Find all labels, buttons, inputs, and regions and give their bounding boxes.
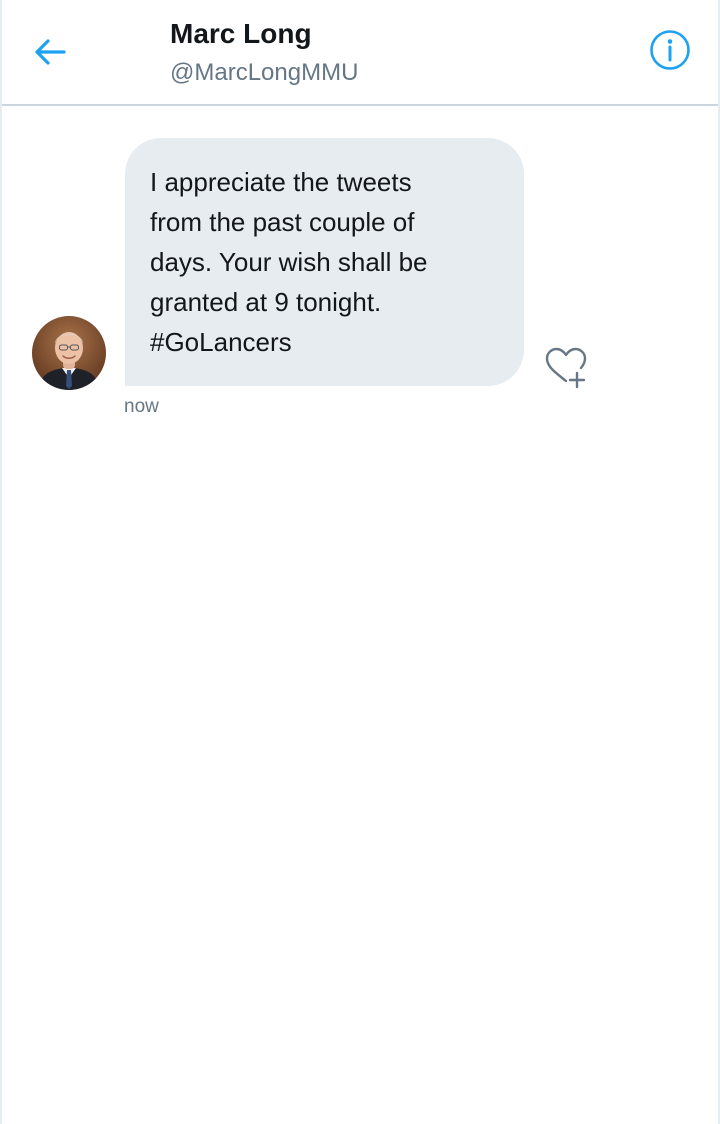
message-timestamp: now [124,396,159,417]
conversation-header: Marc Long @MarcLongMMU [2,0,718,106]
message-bubble[interactable]: I appreciate the tweets from the past co… [125,138,524,386]
info-icon [650,30,690,70]
back-button[interactable] [28,30,72,74]
contact-avatar-image [32,316,106,390]
avatar[interactable] [32,316,106,390]
heart-plus-icon [545,347,587,389]
like-message-button[interactable] [542,346,590,390]
contact-handle: @MarcLongMMU [170,59,359,86]
info-button[interactable] [647,27,693,73]
message-list: I appreciate the tweets from the past co… [2,106,718,1124]
conversation-title: Marc Long @MarcLongMMU [170,16,358,88]
contact-name: Marc Long [170,18,312,49]
dm-conversation-screen: Marc Long @MarcLongMMU I appreciate the … [0,0,720,1124]
arrow-left-icon [35,39,66,65]
